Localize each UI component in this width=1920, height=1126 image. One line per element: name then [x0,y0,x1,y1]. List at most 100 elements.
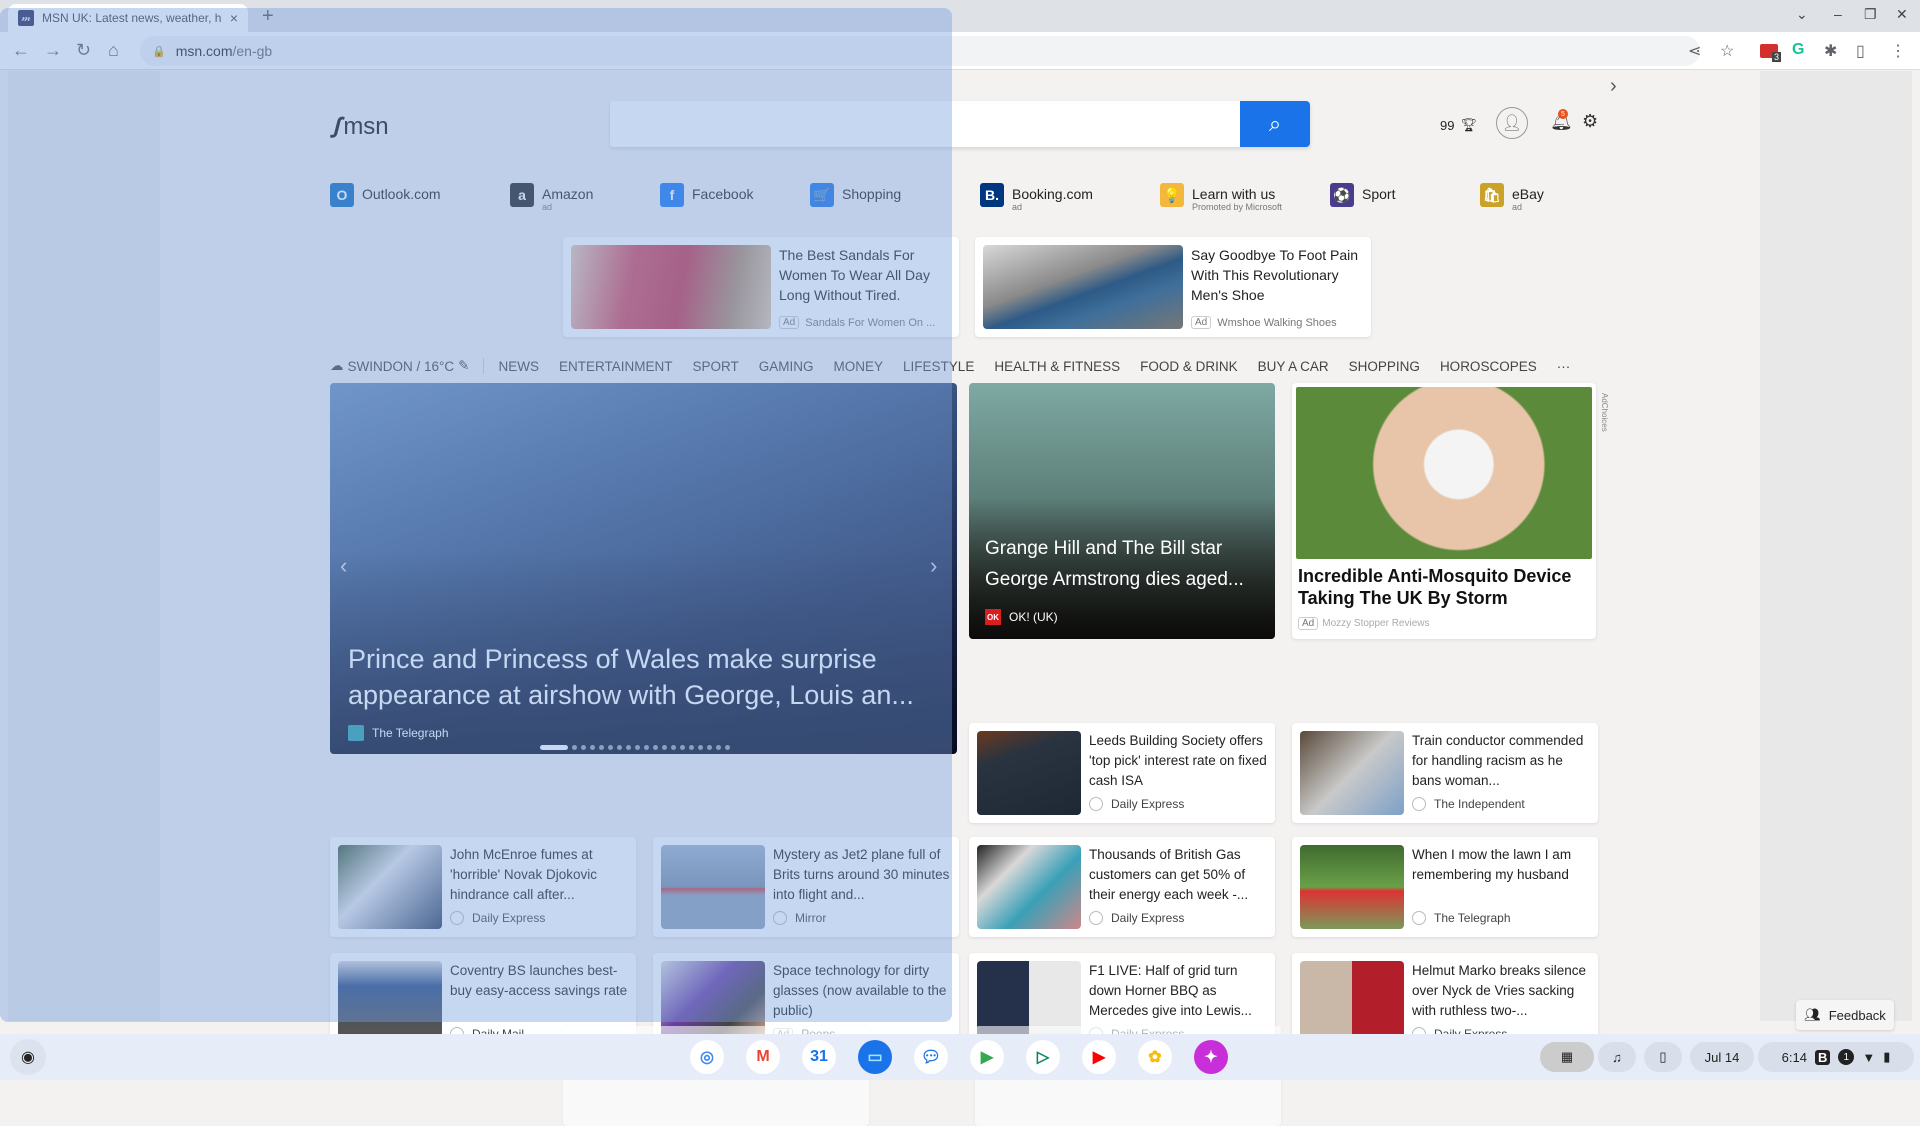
weather-location[interactable]: ☁︎ SWINDON / 16°C ✎ [330,358,485,374]
carousel-dot[interactable] [572,745,577,750]
sponsored-card[interactable]: Incredible Anti-Mosquito Device Taking T… [1292,383,1596,639]
edit-pencil-icon[interactable]: ✎ [458,358,469,374]
home-icon[interactable]: ⌂ [108,40,119,61]
tab-search-button[interactable]: ⌄ [1796,6,1808,23]
browser-tab[interactable]: 𝓂 MSN UK: Latest news, weather, h × [8,4,248,32]
carousel-dot[interactable] [590,745,595,750]
rewards-button[interactable]: 99 🏆︎ [1440,117,1477,133]
carousel-dot[interactable] [716,745,721,750]
share-icon[interactable]: ⋖ [1688,41,1701,61]
restore-button[interactable]: ❐ [1864,6,1877,23]
nav-item-buy-a-car[interactable]: BUY A CAR [1258,359,1329,374]
nav-item-sport[interactable]: SPORT [693,359,739,374]
profile-avatar[interactable]: 👤︎ [1496,107,1528,139]
quick-link-outlook-com[interactable]: O Outlook.com [330,183,441,207]
shelf-app-photos-icon[interactable]: ✿ [1138,1040,1172,1074]
holding-space-tray[interactable]: ▦ [1540,1042,1594,1072]
carousel-dot[interactable] [581,745,586,750]
forward-icon[interactable]: → [44,40,62,61]
nav-item-shopping[interactable]: SHOPPING [1349,359,1420,374]
carousel-dot[interactable] [671,745,676,750]
address-bar[interactable]: 🔒 msn.com/en-gb [140,36,1700,66]
news-card[interactable]: Thousands of British Gas customers can g… [969,837,1275,937]
carousel-dot[interactable] [608,745,613,750]
more-categories-button[interactable]: ··· [1557,359,1571,374]
nav-item-health-fitness[interactable]: HEALTH & FITNESS [994,359,1120,374]
back-icon[interactable]: ← [12,40,30,61]
nav-item-money[interactable]: MONEY [834,359,884,374]
carousel-dot[interactable] [626,745,631,750]
shelf-app-gmail-icon[interactable]: M [746,1040,780,1074]
grammarly-icon[interactable]: G [1792,41,1804,59]
feature-card[interactable]: Grange Hill and The Bill star George Arm… [969,383,1275,639]
quick-link-learn-with-us[interactable]: 💡 Learn with us Promoted by Microsoft [1160,183,1282,212]
nav-item-entertainment[interactable]: ENTERTAINMENT [559,359,673,374]
media-controls-button[interactable]: ♫ [1598,1042,1636,1072]
nav-item-lifestyle[interactable]: LIFESTYLE [903,359,974,374]
chevron-right-icon[interactable]: › [1610,75,1617,98]
side-panel-icon[interactable]: ▯ [1856,41,1865,61]
close-window-button[interactable]: ✕ [1896,6,1908,23]
carousel-dot[interactable] [698,745,703,750]
search-button[interactable]: ⌕ [1240,101,1310,147]
nav-item-food-drink[interactable]: FOOD & DRINK [1140,359,1238,374]
carousel-dot[interactable] [617,745,622,750]
carousel-dot[interactable] [599,745,604,750]
reload-icon[interactable]: ↻ [76,40,91,61]
shelf-app-youtube-icon[interactable]: ▶ [1082,1040,1116,1074]
bookmark-star-icon[interactable]: ☆ [1720,41,1734,61]
quick-link-sport[interactable]: ⚽ Sport [1330,183,1395,207]
news-card[interactable]: John McEnroe fumes at 'horrible' Novak D… [330,837,636,937]
gear-icon[interactable]: ⚙ [1582,111,1598,132]
nav-item-news[interactable]: NEWS [498,359,539,374]
shelf-app-messages-icon[interactable]: 💬︎ [914,1040,948,1074]
feedback-button[interactable]: 👥︎ Feedback [1796,1000,1894,1030]
browser-toolbar: ← → ↻ ⌂ 🔒 msn.com/en-gb ⋖ ☆ 3 G ✱ ▯ ⋮ [0,32,1920,70]
news-card[interactable]: Train conductor commended for handling r… [1292,723,1598,823]
ad-card-sandals[interactable]: The Best Sandals For Women To Wear All D… [563,237,959,337]
menu-kebab-icon[interactable]: ⋮ [1890,41,1906,61]
new-tab-button[interactable]: + [262,5,274,28]
nav-item-horoscopes[interactable]: HOROSCOPES [1440,359,1537,374]
carousel-dot[interactable] [680,745,685,750]
date-tray[interactable]: Jul 14 [1690,1042,1754,1072]
carousel-dot[interactable] [653,745,658,750]
launcher-button[interactable]: ◉ [10,1039,46,1075]
ad-card-shoe[interactable]: Say Goodbye To Foot Pain With This Revol… [975,237,1371,337]
lock-icon[interactable]: 🔒 [152,45,166,58]
extensions-puzzle-icon[interactable]: ✱ [1824,41,1837,61]
search-input[interactable] [610,101,1240,147]
shelf-app-files-icon[interactable]: ▭ [858,1040,892,1074]
carousel-next-icon[interactable]: › [930,553,937,579]
hero-title[interactable]: Prince and Princess of Wales make surpri… [348,641,948,713]
shelf-app-calendar-icon[interactable]: 31 [802,1040,836,1074]
quick-link-facebook[interactable]: f Facebook [660,183,753,207]
shelf-app-meet-icon[interactable]: ▶ [970,1040,1004,1074]
carousel-dot[interactable] [725,745,730,750]
tab-close-button[interactable]: × [230,10,238,26]
carousel-dot[interactable] [635,745,640,750]
news-card[interactable]: Leeds Building Society offers 'top pick'… [969,723,1275,823]
shelf-app-chrome-icon[interactable]: ◎ [690,1040,724,1074]
carousel-dot[interactable] [689,745,694,750]
hero-carousel[interactable]: ‹ › Prince and Princess of Wales make su… [330,383,957,754]
carousel-prev-icon[interactable]: ‹ [340,553,347,579]
shelf-app-gallery-icon[interactable]: ✦ [1194,1040,1228,1074]
quick-link-amazon[interactable]: a Amazon ad [510,183,593,212]
quick-link-ebay[interactable]: 🛍 eBay ad [1480,183,1544,212]
quick-link-shopping[interactable]: 🛒 Shopping [810,183,901,207]
carousel-dot[interactable] [540,745,568,750]
quick-link-booking-com[interactable]: B. Booking.com ad [980,183,1093,212]
phone-hub-button[interactable]: ▯ [1644,1042,1682,1072]
carousel-dot[interactable] [662,745,667,750]
carousel-dot[interactable] [707,745,712,750]
minimize-button[interactable]: – [1834,6,1842,22]
carousel-dot[interactable] [644,745,649,750]
nav-item-gaming[interactable]: GAMING [759,359,814,374]
msn-logo[interactable]: ꭍ msn [330,109,389,145]
news-card[interactable]: Mystery as Jet2 plane full of Brits turn… [653,837,959,937]
adchoices-link[interactable]: AdChoices [1600,393,1609,432]
news-card[interactable]: When I mow the lawn I am remembering my … [1292,837,1598,937]
status-tray[interactable]: 6:14 B 1 ▼ ▮ [1758,1042,1914,1072]
shelf-app-play-store-icon[interactable]: ▷ [1026,1040,1060,1074]
